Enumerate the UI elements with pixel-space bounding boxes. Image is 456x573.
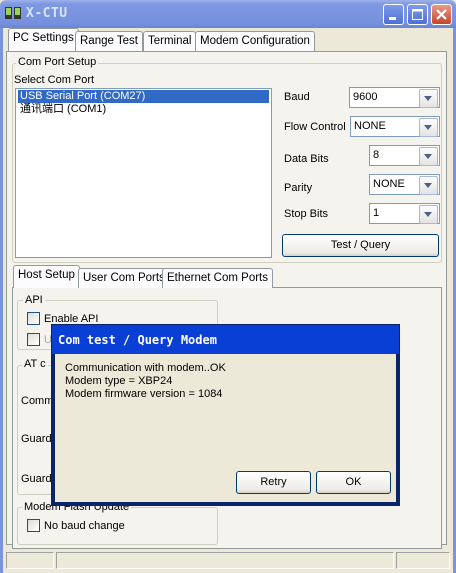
chevron-down-icon[interactable] [419,89,438,108]
guard-time-after-label: Guard [21,473,52,485]
tab-host-setup[interactable]: Host Setup [13,265,80,288]
status-pane-2 [56,552,394,569]
parity-label: Parity [284,182,313,194]
app-icon [5,6,22,21]
baud-label: Baud [284,91,310,103]
no-baud-change-checkbox[interactable] [27,519,40,532]
use-escape-checkbox[interactable] [27,333,40,346]
ok-button[interactable]: OK [316,471,391,494]
chevron-down-icon[interactable] [419,176,438,195]
dialog-message-line: Communication with modem..OK [65,362,226,374]
close-button[interactable] [431,4,452,25]
status-pane-3 [396,552,450,569]
command-label: Comm [21,395,54,407]
data-bits-value: 8 [373,149,380,161]
baud-select[interactable]: 9600 [349,87,440,108]
maximize-icon [412,9,423,20]
data-bits-label: Data Bits [284,153,329,165]
tab-modem-configuration[interactable]: Modem Configuration [195,31,315,51]
no-baud-change-label: No baud change [44,520,125,532]
stop-bits-value: 1 [373,207,380,219]
guard-time-before-label: Guard [21,433,52,445]
dialog-message-line: Modem type = XBP24 [65,375,173,387]
tab-pc-settings[interactable]: PC Settings [8,28,79,51]
data-bits-select[interactable]: 8 [369,145,440,166]
com-port-setup-legend: Com Port Setup [16,56,99,68]
chevron-down-icon[interactable] [419,147,438,166]
window-title: X-CTU [26,6,68,21]
tab-range-test[interactable]: Range Test [75,31,143,51]
maximize-button[interactable] [407,4,428,25]
dialog-message-line: Modem firmware version = 1084 [65,388,223,400]
minimize-icon [389,17,396,20]
stop-bits-select[interactable]: 1 [369,203,440,224]
test-query-button[interactable]: Test / Query [282,234,439,257]
stop-bits-label: Stop Bits [284,208,329,220]
dialog-title: Com test / Query Modem [58,333,217,347]
close-icon [436,9,447,20]
query-modem-dialog: Com test / Query Modem Communication wit… [51,324,400,506]
enable-api-checkbox[interactable] [27,312,40,325]
flow-control-label: Flow Control [284,121,346,133]
dialog-body: Communication with modem..OK Modem type … [55,354,396,502]
chevron-down-icon[interactable] [419,205,438,224]
tab-ethernet-com-ports[interactable]: Ethernet Com Ports [162,268,273,288]
com-port-list[interactable]: USB Serial Port (COM27) 通讯端口 (COM1) [15,88,272,258]
flow-control-select[interactable]: NONE [350,116,440,137]
parity-select[interactable]: NONE [369,174,440,195]
api-legend: API [23,294,45,306]
baud-value: 9600 [353,91,378,103]
flow-control-value: NONE [354,120,386,132]
status-pane-1 [6,552,54,569]
window-left-border [0,28,3,573]
list-item-com27[interactable]: USB Serial Port (COM27) [18,90,269,103]
parity-value: NONE [373,178,405,190]
tab-user-com-ports[interactable]: User Com Ports [78,268,170,288]
list-item-com1[interactable]: 通讯端口 (COM1) [18,103,269,116]
select-com-port-label: Select Com Port [14,74,95,86]
minimize-button[interactable] [383,4,404,25]
tab-terminal[interactable]: Terminal [143,31,197,51]
chevron-down-icon[interactable] [419,118,438,137]
at-command-legend: AT c [22,358,48,370]
retry-button[interactable]: Retry [236,471,311,494]
